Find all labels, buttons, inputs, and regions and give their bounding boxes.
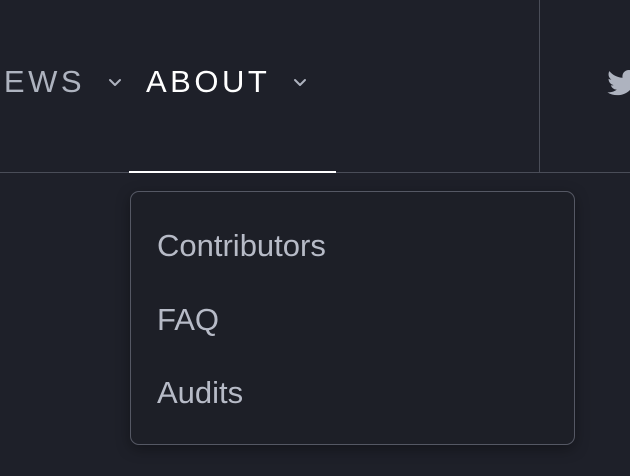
nav-divider — [539, 0, 540, 172]
nav-item-news[interactable]: NEWS — [0, 62, 125, 102]
chevron-down-icon — [294, 78, 307, 86]
chevron-down-icon — [109, 78, 121, 86]
dropdown-item-contributors[interactable]: Contributors — [157, 228, 326, 264]
dropdown-item-faq[interactable]: FAQ — [157, 302, 219, 338]
page: NEWS ABOUT Contributors FAQ Audits — [0, 0, 630, 476]
nav-item-about[interactable]: ABOUT — [146, 62, 310, 102]
active-nav-indicator — [129, 171, 336, 173]
twitter-icon[interactable] — [606, 66, 630, 100]
about-dropdown-menu: Contributors FAQ Audits — [130, 191, 575, 445]
dropdown-item-audits[interactable]: Audits — [157, 375, 243, 411]
top-navbar: NEWS ABOUT — [0, 0, 630, 173]
nav-item-news-label: NEWS — [0, 64, 85, 99]
nav-item-about-label: ABOUT — [146, 64, 271, 99]
